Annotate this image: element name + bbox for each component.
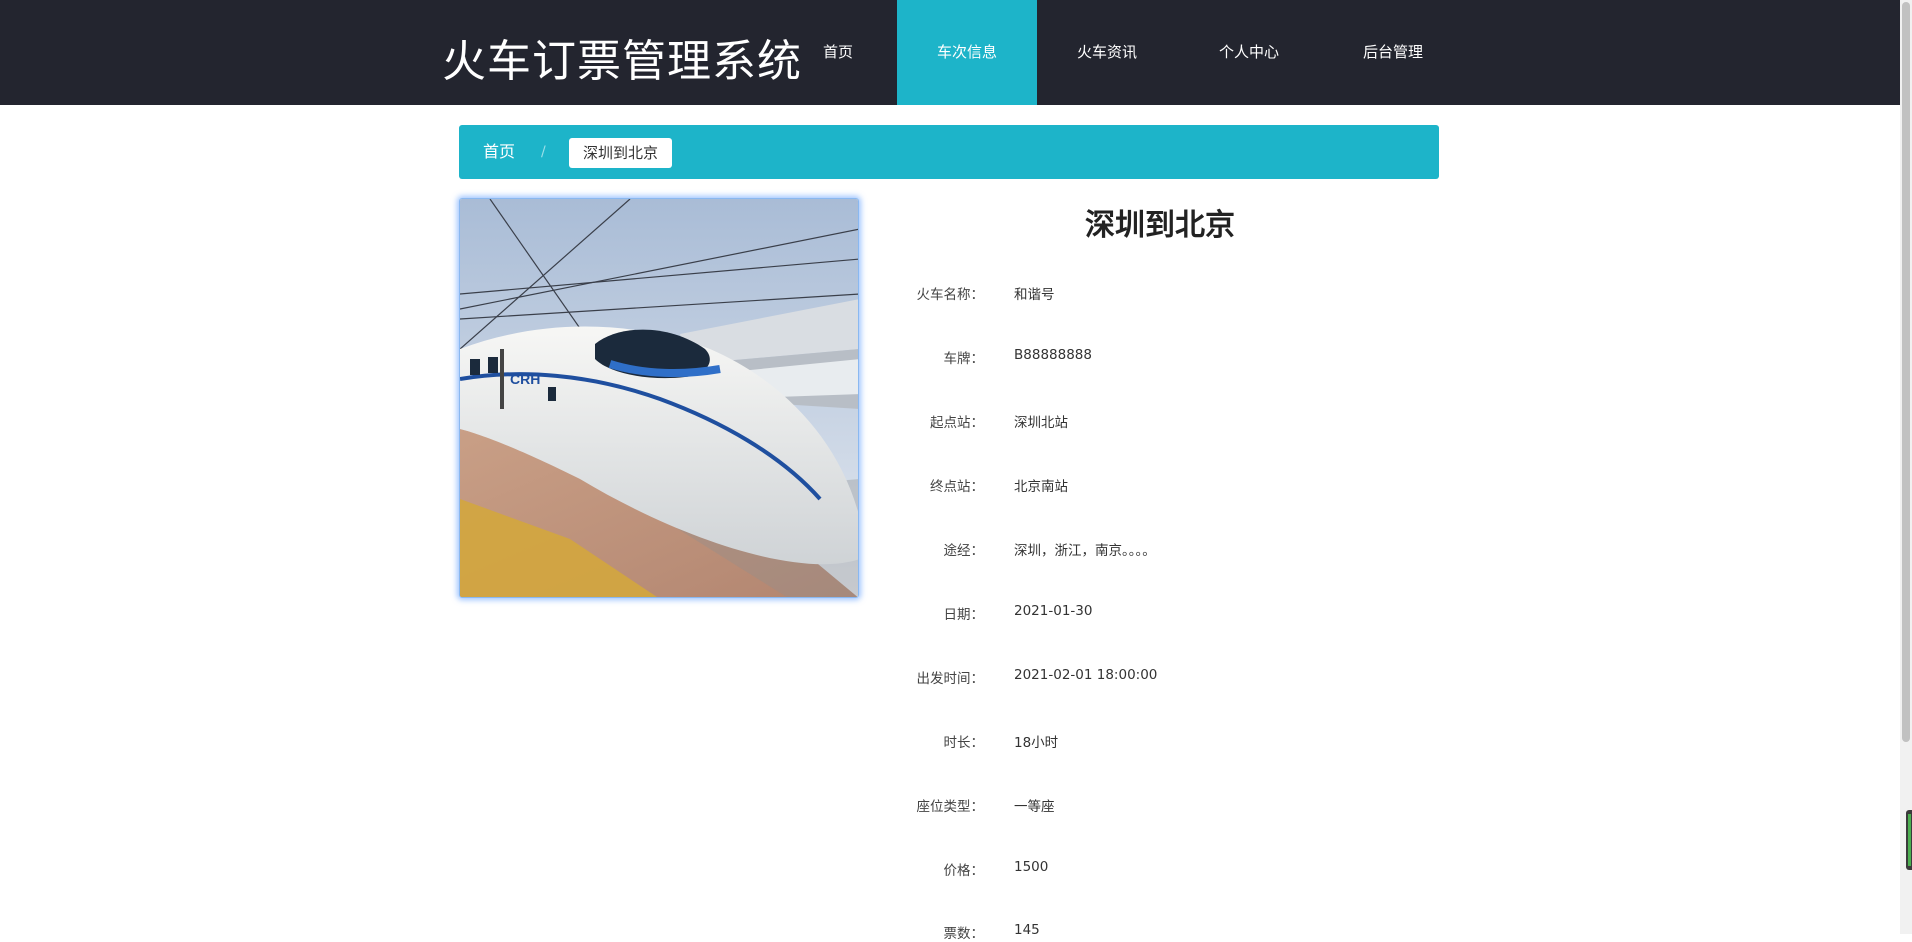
- nav-home[interactable]: 首页: [798, 0, 878, 105]
- field-value-destination: 北京南站: [1014, 479, 1068, 495]
- nav-personal-center[interactable]: 个人中心: [1199, 0, 1299, 105]
- train-image: CRH: [459, 198, 859, 598]
- page-title: 深圳到北京: [1085, 208, 1235, 243]
- field-label-destination: 终点站：: [930, 479, 984, 495]
- field-label-via: 途经：: [943, 543, 985, 559]
- field-label-duration: 时长：: [943, 735, 985, 751]
- field-value-train-name: 和谐号: [1014, 287, 1055, 303]
- breadcrumb-separator: /: [541, 144, 546, 160]
- field-label-origin: 起点站：: [930, 415, 984, 431]
- nav-train-news[interactable]: 火车资讯: [1057, 0, 1157, 105]
- field-value-ticket-count: 145: [1014, 922, 1040, 938]
- top-navbar: 火车订票管理系统 首页 车次信息 火车资讯 个人中心 后台管理: [0, 0, 1900, 105]
- field-value-origin: 深圳北站: [1014, 415, 1068, 431]
- field-value-departure-time: 2021-02-01 18:00:00: [1014, 667, 1158, 683]
- breadcrumb-home[interactable]: 首页: [483, 125, 515, 179]
- page-scrollbar[interactable]: [1900, 0, 1912, 934]
- field-label-plate: 车牌：: [943, 351, 985, 367]
- scrollbar-thumb[interactable]: [1902, 2, 1910, 742]
- train-logo-text: CRH: [510, 371, 540, 387]
- field-value-date: 2021-01-30: [1014, 603, 1093, 619]
- site-title[interactable]: 火车订票管理系统: [442, 25, 802, 89]
- field-value-plate: B88888888: [1014, 347, 1092, 363]
- breadcrumb: 首页 / 深圳到北京: [459, 125, 1439, 179]
- field-label-price: 价格：: [943, 863, 985, 879]
- field-value-duration: 18小时: [1014, 735, 1059, 751]
- field-value-via: 深圳，浙江，南京。。。。: [1014, 543, 1156, 559]
- field-label-train-name: 火车名称：: [916, 287, 985, 303]
- field-label-ticket-count: 票数：: [943, 926, 985, 942]
- nav-train-info[interactable]: 车次信息: [897, 0, 1037, 105]
- field-value-seat-type: 一等座: [1014, 799, 1055, 815]
- field-label-departure-time: 出发时间：: [916, 671, 985, 687]
- field-label-date: 日期：: [943, 607, 985, 623]
- field-label-seat-type: 座位类型：: [916, 799, 985, 815]
- train-photo-icon: CRH: [460, 199, 858, 597]
- field-value-price: 1500: [1014, 859, 1049, 875]
- side-floating-tab[interactable]: [1906, 810, 1912, 870]
- nav-admin[interactable]: 后台管理: [1343, 0, 1443, 105]
- breadcrumb-current: 深圳到北京: [569, 138, 673, 168]
